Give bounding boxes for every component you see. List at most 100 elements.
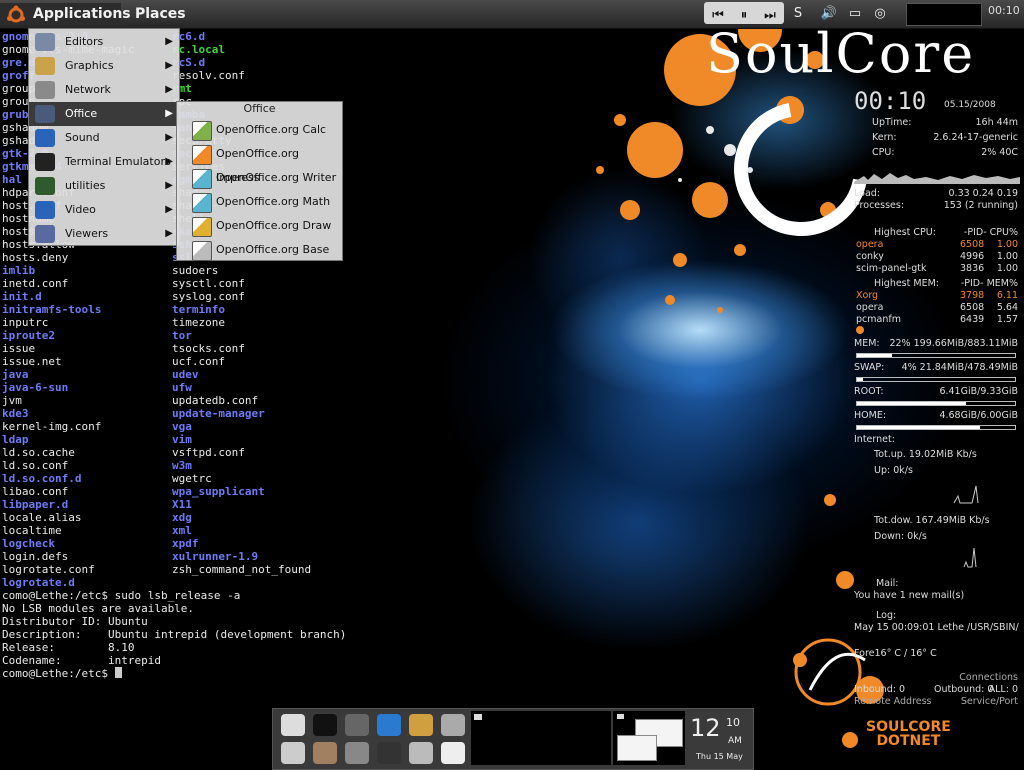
log-label: Log: <box>876 610 897 621</box>
volume-icon[interactable]: 🔊 <box>816 5 842 23</box>
submenu-arrow-icon: ▶ <box>165 36 173 47</box>
terminal-line: issue.net ucf.conf <box>2 355 225 368</box>
gimp-icon[interactable] <box>313 742 337 764</box>
utilities-icon <box>35 177 55 195</box>
switcher-window <box>617 714 624 719</box>
paint-icon[interactable] <box>409 714 433 736</box>
soulcore-dotnet-logo: SOULCORE DOTNET <box>866 720 951 748</box>
terminal-line: inetd.conf sysctl.conf <box>2 277 245 290</box>
skype-icon[interactable] <box>441 742 465 764</box>
conky-time: 00:10 <box>854 87 927 115</box>
menu-item-label: Network <box>65 83 111 96</box>
office-item-base[interactable]: OpenOffice.org Base <box>177 238 342 262</box>
pause-icon[interactable]: ⏸ <box>732 7 756 25</box>
dock <box>272 708 754 770</box>
terminal-entry: w3m <box>172 459 192 472</box>
submenu-arrow-icon: ▶ <box>165 204 173 215</box>
skype-tray-icon[interactable]: S <box>788 5 808 23</box>
terminal-line: iproute2 tor <box>2 329 192 342</box>
mem-columns: -PID- MEM% <box>960 278 1018 289</box>
load-label: Load: <box>854 188 880 199</box>
conky-monitor: 00:10 05.15/2008 UpTime: 16h 44m Kern: 2… <box>852 87 1024 710</box>
menu-item-terminal-emulators[interactable]: Terminal Emulators ▶ <box>29 150 179 174</box>
all-connections: ALL: 0 <box>988 684 1018 695</box>
office-item-math[interactable]: OpenOffice.org Math <box>177 190 342 214</box>
menu-item-video[interactable]: Video ▶ <box>29 198 179 222</box>
terminal-entry: ld.so.conf.d <box>2 472 82 485</box>
clock-ampm: AM <box>728 736 742 746</box>
menu-item-utilities[interactable]: utilities ▶ <box>29 174 179 198</box>
terminal-entry: vim <box>172 433 192 446</box>
process-pid: 6508 <box>960 239 985 250</box>
swap-value: 4% 21.84MiB/478.49MiB <box>901 362 1018 373</box>
menu-item-label: Video <box>65 203 96 216</box>
terminal-entry: syslog.conf <box>172 290 245 303</box>
previous-track-icon[interactable]: ⏮ <box>706 7 730 25</box>
terminal-entry: xdg <box>172 511 192 524</box>
service-port-label: Service/Port <box>960 696 1018 707</box>
soulcore-logo: SoulCore <box>706 22 976 85</box>
terminal-entry: udev <box>172 368 199 381</box>
total-up: Tot.up. 19.02MiB Kb/s <box>874 449 977 460</box>
terminal-output-line: Release: 8.10 <box>2 641 135 654</box>
next-track-icon[interactable]: ⏭ <box>758 7 782 25</box>
files-icon[interactable] <box>281 714 305 736</box>
menu-item-label: Sound <box>65 131 100 144</box>
system-monitor-icon[interactable]: ◎ <box>868 5 892 23</box>
menu-item-sound[interactable]: Sound ▶ <box>29 126 179 150</box>
mouse-icon[interactable] <box>441 714 465 736</box>
uptime-value: 16h 44m <box>975 117 1018 128</box>
terminal-line: locale.alias xdg <box>2 511 192 524</box>
workspace-pager[interactable] <box>471 711 611 765</box>
terminal-icon[interactable] <box>313 714 337 736</box>
terminal-output-line: No LSB modules are available. <box>2 602 195 615</box>
office-icon <box>35 105 55 123</box>
panel-clock[interactable]: 00:10 <box>988 4 1020 17</box>
disk-icon[interactable] <box>281 742 305 764</box>
applications-menu: Editors ▶ Graphics ▶ Network ▶ Office ▶ Sound ▶ Te… <box>28 28 180 246</box>
office-item-writer[interactable]: OpenOffice.org Writer <box>177 166 342 190</box>
terminal-entry: jvm <box>2 394 22 407</box>
office-item-impress[interactable]: OpenOffice.org Impress <box>177 142 342 184</box>
terminal-entry: inetd.conf <box>2 277 69 290</box>
terminal-line: java-6-sun ufw <box>2 381 192 394</box>
cpu-label: CPU: <box>872 147 895 158</box>
terminal-prompt-line[interactable]: como@Lethe:/etc$ <box>2 667 122 680</box>
network-tray-icon[interactable]: ▭ <box>844 5 866 23</box>
soulcore-logo-line1: SOULCORE <box>866 719 951 735</box>
terminal-line: ld.so.conf.d wgetrc <box>2 472 212 485</box>
menu-item-editors[interactable]: Editors ▶ <box>29 30 179 54</box>
terminal-entry: iproute2 <box>2 329 55 342</box>
upload-speed: Up: 0k/s <box>874 465 913 476</box>
system-tray-graph <box>906 3 982 26</box>
archive-icon[interactable] <box>409 742 433 764</box>
menu-item-office[interactable]: Office ▶ <box>29 102 179 126</box>
process-val: 1.00 <box>996 251 1018 262</box>
office-item-draw[interactable]: OpenOffice.org Draw <box>177 214 342 238</box>
menu-item-network[interactable]: Network ▶ <box>29 78 179 102</box>
menu-item-label: Graphics <box>65 59 114 72</box>
submenu-arrow-icon: ▶ <box>165 60 173 71</box>
office-item-calc[interactable]: OpenOffice.org Calc <box>177 118 342 142</box>
editors-icon <box>35 33 55 51</box>
player-icon[interactable] <box>377 742 401 764</box>
menu-item-viewers[interactable]: Viewers ▶ <box>29 222 179 246</box>
audio-icon[interactable] <box>345 714 369 736</box>
menu-item-graphics[interactable]: Graphics ▶ <box>29 54 179 78</box>
terminal-line: initramfs-tools terminfo <box>2 303 225 316</box>
process-name: pcmanfm <box>856 314 901 325</box>
download-graph <box>963 547 977 568</box>
places-menu-button[interactable]: Places <box>135 3 195 25</box>
mem-value: 22% 199.66MiB/883.11MiB <box>889 338 1018 349</box>
window-switcher[interactable] <box>613 711 685 765</box>
submenu-arrow-icon: ▶ <box>165 132 173 143</box>
terminal-entry: kde3 <box>2 407 29 420</box>
process-pid: 3836 <box>960 263 985 274</box>
total-down: Tot.dow. 167.49MiB Kb/s <box>874 515 990 526</box>
terminal-entry: ld.so.conf <box>2 459 69 472</box>
conky-date: 05.15/2008 <box>944 100 996 110</box>
mail-label: Mail: <box>876 578 899 589</box>
cd-icon[interactable] <box>345 742 369 764</box>
terminal-line: java udev <box>2 368 199 381</box>
browser-icon[interactable] <box>377 714 401 736</box>
